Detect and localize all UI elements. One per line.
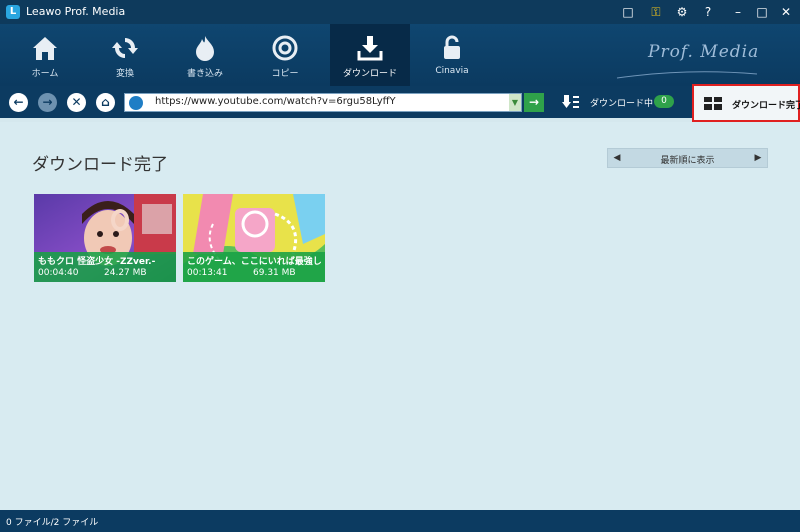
video-meta: ももクロ 怪盗少女 -ZZver.- 00:04:40 24.27 MB	[34, 252, 176, 282]
maximize-icon[interactable]: □	[754, 4, 770, 20]
close-icon[interactable]: ✕	[778, 4, 794, 20]
burn-icon	[196, 36, 214, 61]
key-icon[interactable]: ⚿	[648, 4, 664, 20]
video-card[interactable]: ももクロ 怪盗少女 -ZZver.- 00:04:40 24.27 MB	[34, 194, 176, 282]
video-card[interactable]: このゲーム、ここにいれば最強し… 00:13:41 69.31 MB	[183, 194, 325, 282]
grid-icon	[704, 97, 722, 110]
video-duration: 00:04:40	[38, 268, 79, 278]
nav-label: Cinavia	[435, 66, 469, 76]
nav-burn[interactable]: 書き込み	[165, 24, 245, 86]
window-title: Leawo Prof. Media	[26, 5, 126, 18]
brand-swoosh-icon	[616, 71, 758, 79]
video-title: このゲーム、ここにいれば最強し…	[187, 257, 321, 267]
downloading-tab[interactable]: ダウンロード中	[590, 96, 653, 109]
go-button[interactable]: →	[524, 93, 544, 112]
sort-selector[interactable]: ◀ 最新順に表示 ▶	[607, 148, 768, 168]
nav-cinavia[interactable]: Cinavia	[412, 24, 492, 86]
convert-icon	[112, 38, 138, 58]
page-title: ダウンロード完了	[32, 155, 168, 175]
home-icon	[33, 37, 57, 60]
home-button[interactable]: ⌂	[96, 93, 115, 112]
chat-icon[interactable]: □	[620, 4, 636, 20]
status-bar: 0 ファイル/2 ファイル	[0, 510, 800, 532]
url-dropdown-icon[interactable]: ▼	[509, 94, 521, 111]
back-button[interactable]: ←	[9, 93, 28, 112]
url-input[interactable]: https://www.youtube.com/watch?v=6rgu58Ly…	[124, 93, 522, 112]
downloading-icon	[562, 95, 579, 108]
nav-download[interactable]: ダウンロード	[330, 24, 410, 86]
url-text: https://www.youtube.com/watch?v=6rgu58Ly…	[155, 96, 396, 107]
main-nav: ホーム 変換 書き込み コピー ダウンロード Cinavia Prof. Med…	[0, 24, 800, 86]
address-bar: ← → ✕ ⌂ https://www.youtube.com/watch?v=…	[0, 86, 800, 118]
video-duration: 00:13:41	[187, 268, 228, 278]
video-size: 24.27 MB	[104, 268, 147, 278]
title-bar: L Leawo Prof. Media □ ⚿ ⚙ ? – □ ✕	[0, 0, 800, 24]
file-count-status: 0 ファイル/2 ファイル	[6, 518, 99, 528]
copy-icon	[272, 35, 298, 61]
main-panel: ダウンロード完了 ◀ 最新順に表示 ▶ ももクロ 怪盗少女 -ZZver.- 0…	[0, 122, 800, 510]
downloading-count-badge: 0	[654, 95, 674, 108]
completed-tab[interactable]: ダウンロード完了	[692, 84, 800, 122]
video-size: 69.31 MB	[253, 268, 296, 278]
app-logo-icon: L	[6, 5, 20, 19]
minimize-icon[interactable]: –	[730, 4, 746, 20]
help-icon[interactable]: ?	[700, 4, 716, 20]
video-title: ももクロ 怪盗少女 -ZZver.-	[38, 257, 156, 267]
nav-label: 書き込み	[186, 69, 223, 79]
forward-button[interactable]: →	[38, 93, 57, 112]
sort-prev-icon[interactable]: ◀	[608, 149, 626, 167]
nav-label: ダウンロード	[342, 69, 397, 79]
stop-button[interactable]: ✕	[67, 93, 86, 112]
gear-icon[interactable]: ⚙	[674, 4, 690, 20]
nav-convert[interactable]: 変換	[85, 24, 165, 86]
download-icon	[357, 36, 383, 61]
nav-label: ホーム	[31, 69, 59, 79]
sort-label: 最新順に表示	[660, 156, 715, 166]
nav-copy[interactable]: コピー	[245, 24, 325, 86]
nav-label: 変換	[115, 69, 134, 79]
video-meta: このゲーム、ここにいれば最強し… 00:13:41 69.31 MB	[183, 252, 325, 282]
globe-icon	[129, 96, 143, 110]
completed-tab-label: ダウンロード完了	[732, 101, 800, 111]
sort-next-icon[interactable]: ▶	[749, 149, 767, 167]
nav-home[interactable]: ホーム	[5, 24, 85, 86]
brand-logo: Prof. Media	[648, 42, 760, 62]
nav-label: コピー	[271, 69, 299, 79]
unlock-icon	[444, 35, 460, 59]
